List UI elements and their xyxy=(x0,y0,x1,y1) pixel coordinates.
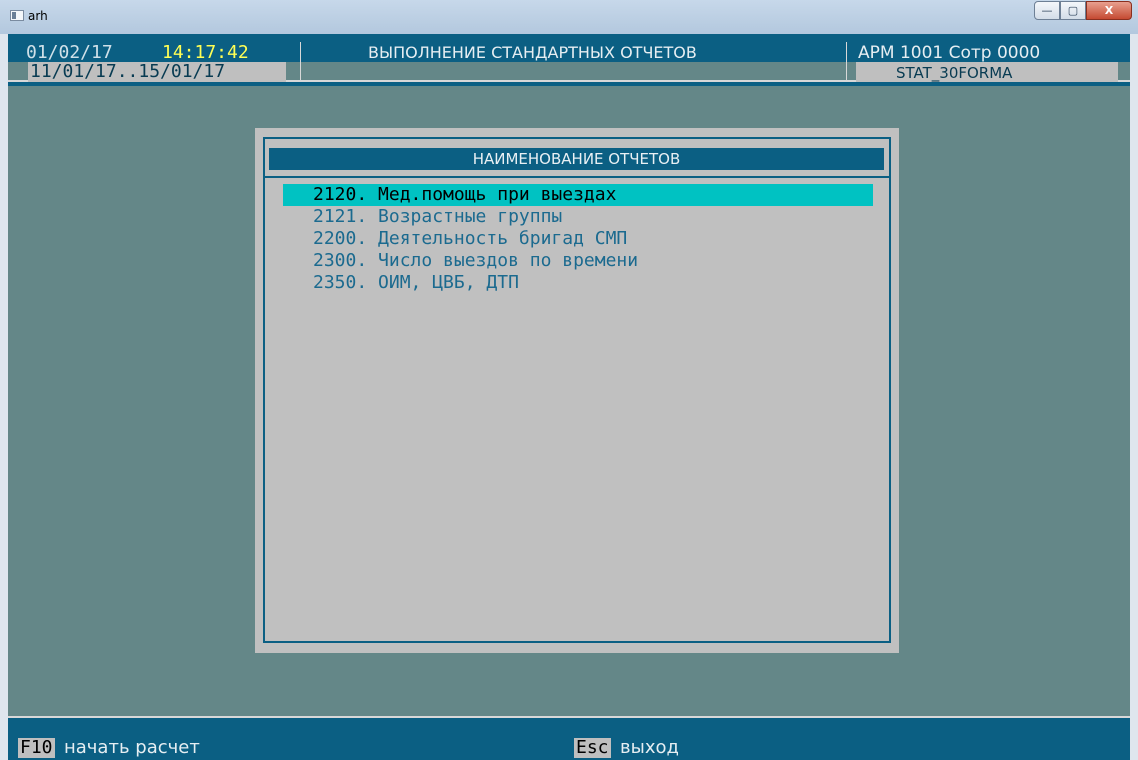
window-controls: — ▢ X xyxy=(1034,1,1132,20)
f10-label: начать расчет xyxy=(64,737,200,758)
maximize-button[interactable]: ▢ xyxy=(1060,1,1086,20)
date-range: 11/01/17..15/01/17 xyxy=(30,61,226,82)
esc-label: выход xyxy=(620,737,679,758)
header-underline xyxy=(8,82,1130,86)
window-title: arh xyxy=(28,9,48,23)
workstation-info: АРМ 1001 Сотр 0000 xyxy=(858,43,1041,63)
header: 01/02/17 14:17:42 ВЫПОЛНЕНИЕ СТАНДАРТНЫХ… xyxy=(8,34,1130,89)
report-list: 2120. Мед.помощь при выездах 2121. Возра… xyxy=(283,184,873,294)
report-item-2350[interactable]: 2350. ОИМ, ЦВБ, ДТП xyxy=(283,272,873,294)
minimize-button[interactable]: — xyxy=(1034,1,1060,20)
esc-key[interactable]: Esc xyxy=(574,738,611,758)
window-titlebar[interactable]: arh — ▢ X xyxy=(0,0,1138,34)
header-separator xyxy=(300,42,301,80)
dialog-divider xyxy=(263,176,891,178)
app-icon[interactable] xyxy=(10,10,24,21)
f10-key[interactable]: F10 xyxy=(18,738,55,758)
close-button[interactable]: X xyxy=(1086,1,1132,20)
report-item-2200[interactable]: 2200. Деятельность бригад СМП xyxy=(283,228,873,250)
report-item-2120[interactable]: 2120. Мед.помощь при выездах xyxy=(283,184,873,206)
form-name: STAT_30FORMA xyxy=(896,64,1013,82)
report-dialog: НАИМЕНОВАНИЕ ОТЧЕТОВ 2120. Мед.помощь пр… xyxy=(255,128,899,653)
console-area: 01/02/17 14:17:42 ВЫПОЛНЕНИЕ СТАНДАРТНЫХ… xyxy=(8,34,1130,760)
screen-title: ВЫПОЛНЕНИЕ СТАНДАРТНЫХ ОТЧЕТОВ xyxy=(368,43,697,62)
report-item-2300[interactable]: 2300. Число выездов по времени xyxy=(283,250,873,272)
header-date: 01/02/17 xyxy=(26,42,113,63)
header-separator xyxy=(846,42,847,80)
report-item-2121[interactable]: 2121. Возрастные группы xyxy=(283,206,873,228)
dialog-title: НАИМЕНОВАНИЕ ОТЧЕТОВ xyxy=(269,148,884,170)
header-time: 14:17:42 xyxy=(162,42,249,63)
